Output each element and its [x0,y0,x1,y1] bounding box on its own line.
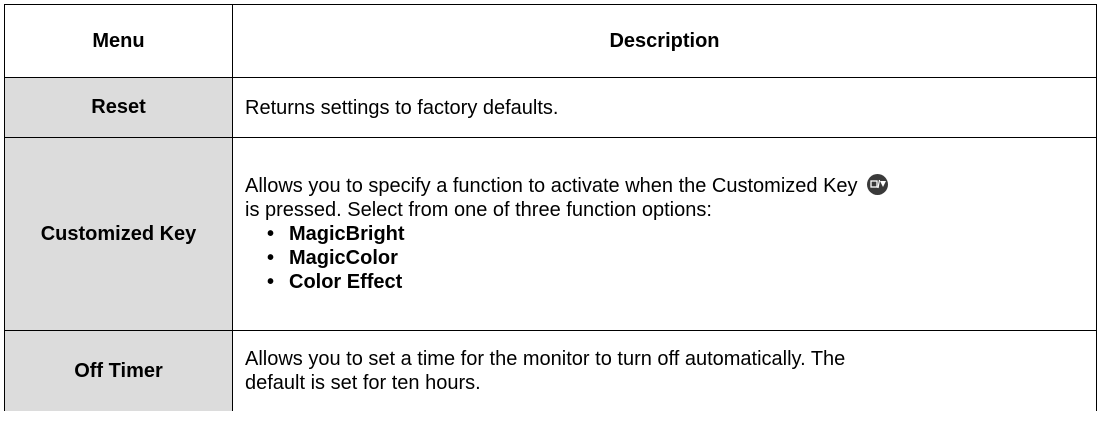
description-reset: Returns settings to factory defaults. [232,77,1097,138]
menu-column-header: Menu [4,4,233,78]
description-line: default is set for ten hours. [245,372,481,394]
option-label: MagicBright [289,223,405,245]
description-line: is pressed. Select from one of three fun… [245,199,712,221]
bullet-icon: • [267,271,275,293]
list-item: • MagicBright [263,222,1092,246]
table-header-row: Menu Description [4,4,1097,78]
description-text: Allows you to specify a function to acti… [245,174,1092,198]
table-row: Off Timer Allows you to set a time for t… [4,330,1097,411]
description-line: Allows you to specify a function to acti… [245,175,858,197]
list-item: • Color Effect [263,270,1092,294]
option-label: MagicColor [289,247,398,269]
description-line: Allows you to set a time for the monitor… [245,348,846,370]
option-label: Color Effect [289,271,403,293]
table-row: Customized Key Allows you to specify a f… [4,137,1097,331]
table-row: Reset Returns settings to factory defaul… [4,77,1097,138]
customized-key-icon [867,174,889,195]
description-off-timer: Allows you to set a time for the monitor… [232,330,1097,411]
list-item: • MagicColor [263,246,1092,270]
description-customized-key: Allows you to specify a function to acti… [232,137,1097,331]
function-options-list: • MagicBright • MagicColor • Color Effect [245,222,1092,294]
bullet-icon: • [267,223,275,245]
menu-item-off-timer: Off Timer [4,330,233,411]
menu-item-reset: Reset [4,77,233,138]
menu-description-table: Menu Description Reset Returns settings … [4,4,1097,411]
menu-item-customized-key: Customized Key [4,137,233,331]
bullet-icon: • [267,247,275,269]
description-column-header: Description [232,4,1097,78]
